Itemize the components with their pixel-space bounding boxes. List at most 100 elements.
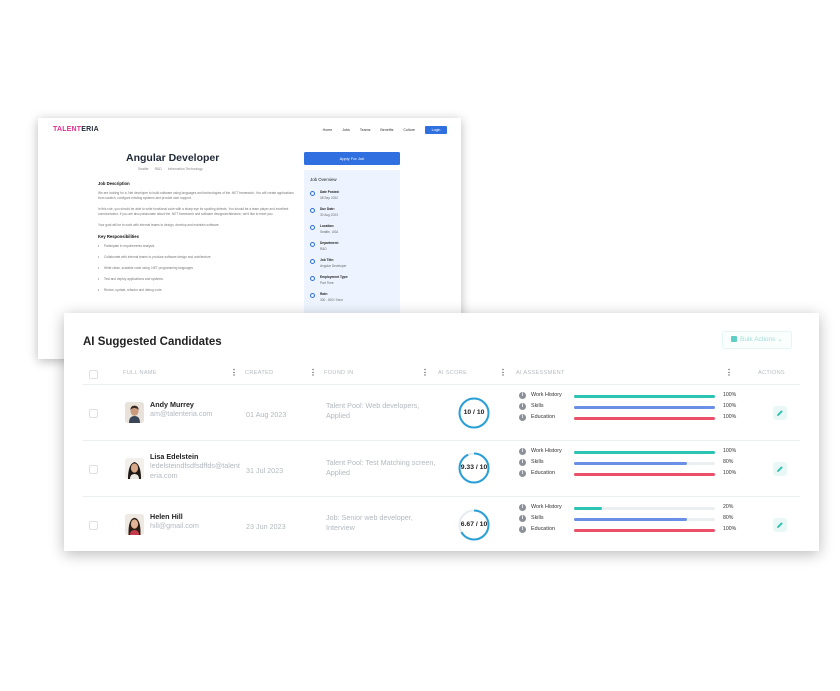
assessment-fill [574,517,687,521]
table-row[interactable]: Lisa Edelstein ledelsteindfsdfsdffds@tal… [83,441,800,497]
assessment-label: Education [531,526,555,532]
job-meta-department: R&D [154,167,162,171]
assessment-fill [574,528,715,532]
candidate-name[interactable]: Helen Hill [150,512,183,521]
responsibility-item: Revise, update, refactor and debug code [98,288,298,292]
assessment-percent: 100% [723,414,737,420]
overview-label: Employment Type: [320,275,349,279]
job-description-heading: Job Description [98,181,130,186]
assessment-label: Skills [531,403,544,409]
column-header-ai-assessment[interactable]: AI ASSESSMENT [516,370,565,376]
assessment-fill [574,461,687,465]
nav-benefits[interactable]: Benefits [380,128,393,132]
created-date: 23 Jun 2023 [246,522,286,531]
assessment-percent: 100% [723,526,737,532]
edit-button[interactable] [773,462,787,476]
job-meta-location: Seattle [138,167,149,171]
overview-value: Angular Developer [320,263,347,268]
info-icon: i [519,403,526,410]
login-button[interactable]: Login [425,126,447,134]
table-row[interactable]: Helen Hill hill@gmail.com 23 Jun 2023 Jo… [83,497,800,551]
nav-teams[interactable]: Teams [360,128,371,132]
assessment-percent: 100% [723,448,737,454]
user-icon [310,259,315,264]
apply-for-job-button[interactable]: Apply For Job [304,152,400,165]
row-checkbox[interactable] [89,465,98,474]
logo-text-eria: ERIA [81,126,99,133]
nav-jobs[interactable]: Jobs [342,128,350,132]
job-nav-links: Home Jobs Teams Benefits Culture [323,128,415,132]
column-menu-icon[interactable]: ⋮ [499,368,507,377]
ai-score-value: 10 / 10 [463,409,485,416]
assessment-label: Skills [531,459,544,465]
job-overview-title: Job Overview [310,177,337,182]
assessment-track [574,506,715,510]
assessment-percent: 100% [723,403,737,409]
page-title: AI Suggested Candidates [83,336,222,348]
candidate-email: am@talenteria.com [150,409,213,418]
columns-icon [731,335,737,342]
column-menu-icon[interactable]: ⋮ [725,368,733,377]
nav-home[interactable]: Home [323,128,333,132]
overview-item-rate: Rate: 300 - 800 / Hour [310,292,394,303]
overview-item-department: Department: R&D [310,241,394,252]
assessment-track [574,405,715,409]
money-icon [310,293,315,298]
nav-culture[interactable]: Culture [403,128,415,132]
overview-label: Rate: [320,292,328,296]
assessment-education: i Education 100% [519,469,779,479]
column-header-found-in[interactable]: FOUND IN [324,370,353,376]
row-checkbox[interactable] [89,409,98,418]
info-icon: i [519,526,526,533]
overview-item-job-title: Job Title: Angular Developer [310,258,394,269]
column-header-ai-score[interactable]: AI SCORE [438,370,467,376]
ai-score-ring: 10 / 10 [457,396,491,430]
assessment-percent: 20% [723,504,734,510]
job-description-paragraph: Your goal will be to work with internal … [98,223,220,227]
overview-label: Due Date: [320,207,335,211]
column-header-created[interactable]: CREATED [245,370,273,376]
bulk-actions-button[interactable]: Bulk Actions ⌄ [722,331,792,349]
row-checkbox[interactable] [89,521,98,530]
overview-value: 300 - 800 / Hour [320,297,344,302]
edit-button[interactable] [773,518,787,532]
ai-score-value: 6.67 / 10 [460,521,488,528]
assessment-track [574,517,715,521]
talenteria-logo[interactable]: TALENTERIA [53,126,99,133]
created-date: 01 Aug 2023 [246,410,287,419]
info-icon: i [519,414,526,421]
avatar [125,514,144,535]
ai-score-ring: 6.67 / 10 [457,508,491,542]
assessment-label: Work History [531,504,562,510]
candidate-name[interactable]: Andy Murrey [150,400,194,409]
logo-text-talent: TALENT [53,126,82,133]
assessment-track [574,461,715,465]
assessment-track [574,450,715,454]
assessment-percent: 100% [723,470,737,476]
pencil-icon [777,522,783,528]
assessment-label: Skills [531,515,544,521]
responsibility-item: Test and deploy applications and systems [98,277,298,281]
check-circle-icon [310,276,315,281]
candidate-name[interactable]: Lisa Edelstein [150,452,198,461]
column-header-full-name[interactable]: FULL NAME [123,370,157,376]
info-icon: i [519,459,526,466]
info-icon: i [519,515,526,522]
assessment-work-history: i Work History 20% [519,503,779,513]
candidate-email: ledelsteindfsdfsdffds@talenteria.com [150,461,240,480]
found-in: Job: Senior web developer, Interview [326,513,413,532]
edit-button[interactable] [773,406,787,420]
assessment-label: Work History [531,392,562,398]
assessment-fill [574,416,715,420]
assessment-fill [574,472,715,476]
column-menu-icon[interactable]: ⋮ [309,368,317,377]
select-all-checkbox[interactable] [89,370,98,379]
job-meta-category: Information Technology [167,167,203,171]
ai-candidates-window: AI Suggested Candidates Bulk Actions ⌄ F… [64,313,819,551]
chevron-down-icon: ⌄ [775,336,783,343]
column-menu-icon[interactable]: ⋮ [421,368,429,377]
overview-label: Department: [320,241,339,245]
table-row[interactable]: Andy Murrey am@talenteria.com 01 Aug 202… [83,385,800,441]
column-menu-icon[interactable]: ⋮ [230,368,238,377]
ai-score-ring: 9.33 / 10 [457,451,491,485]
